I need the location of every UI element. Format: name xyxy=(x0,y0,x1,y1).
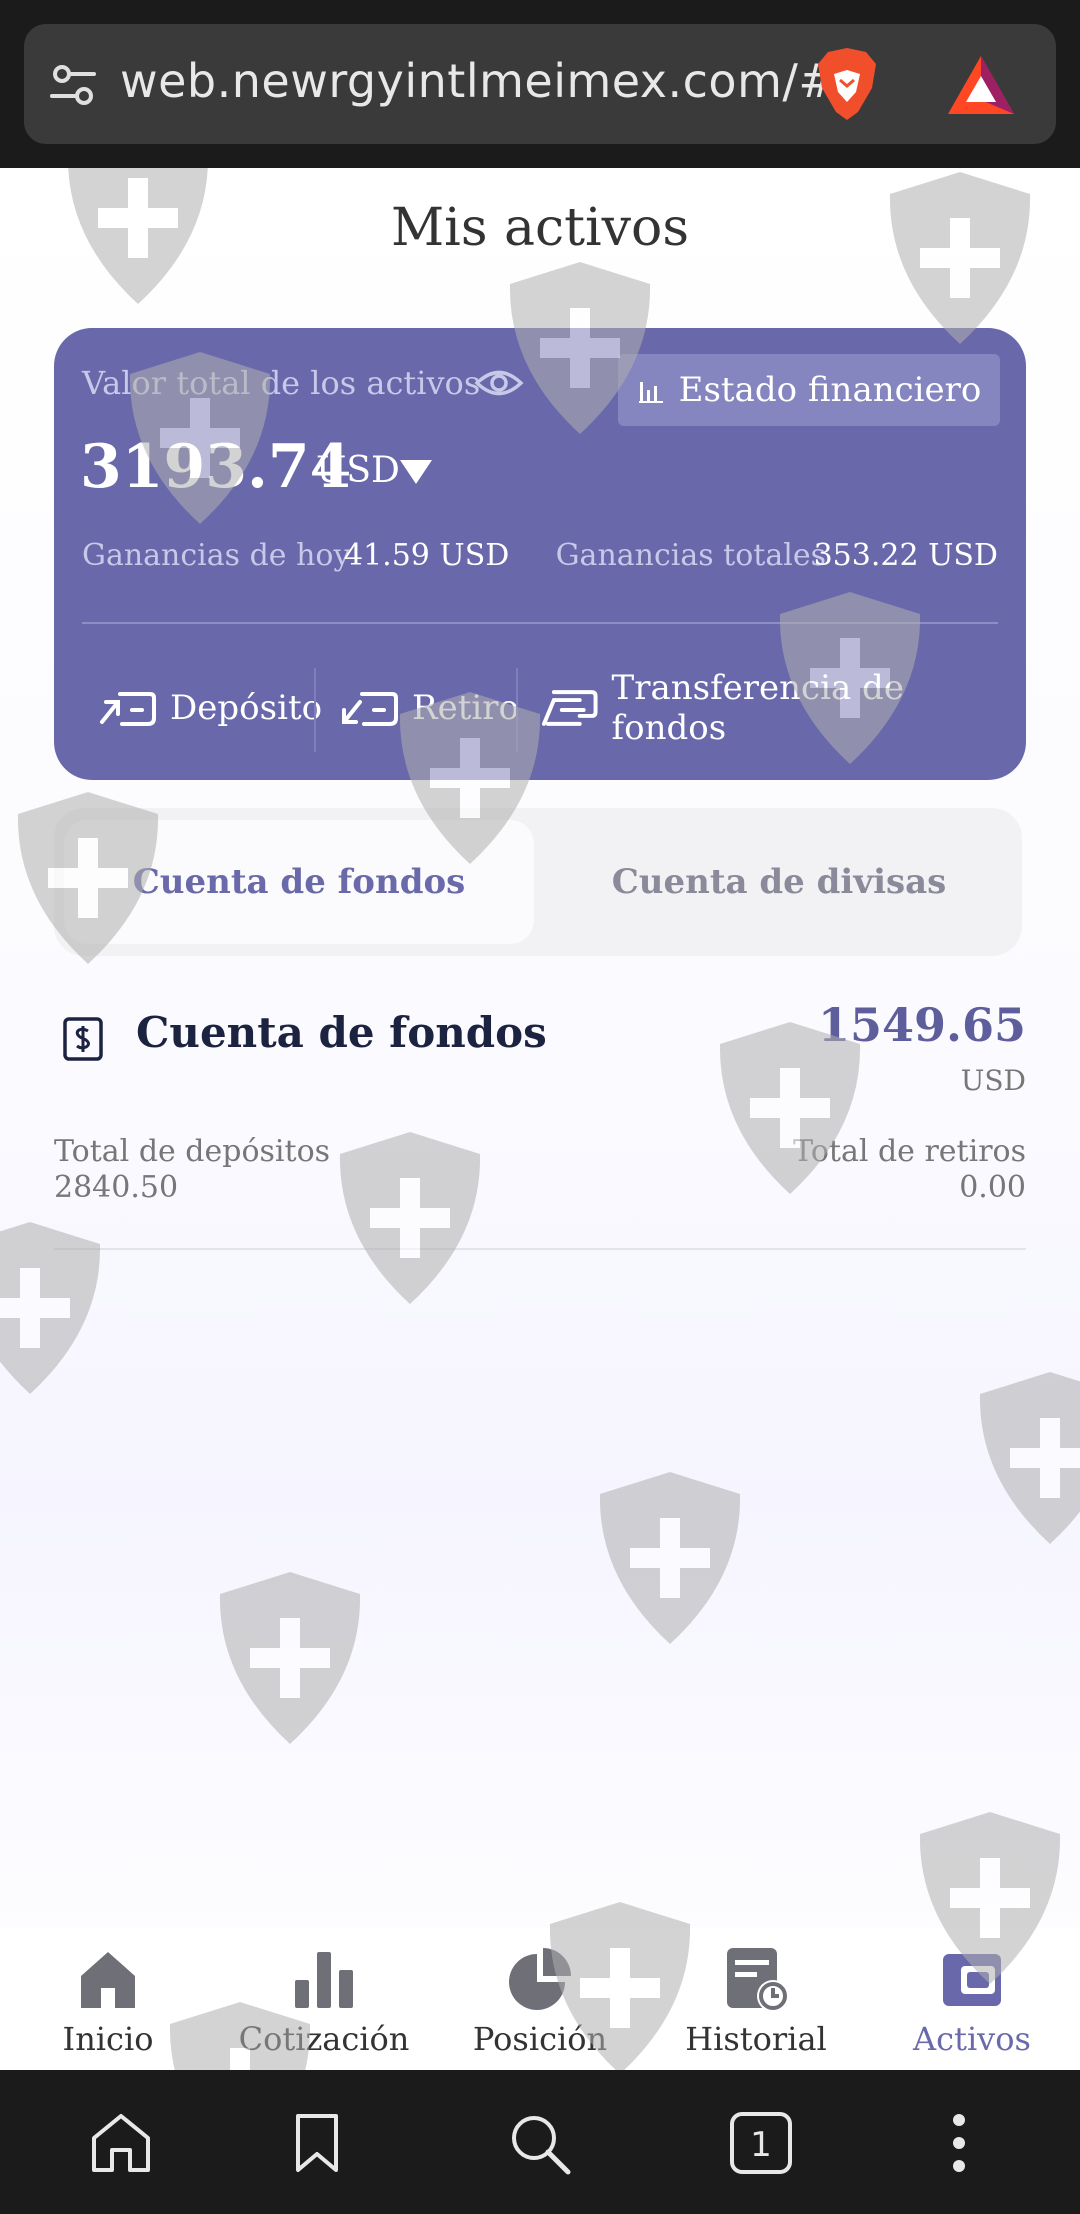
withdraw-icon xyxy=(342,692,398,726)
total-assets-amount: 3193.74 xyxy=(80,432,352,502)
browser-home-icon[interactable] xyxy=(88,2110,154,2176)
fund-account-title: Cuenta de fondos xyxy=(136,1008,547,1057)
total-deposits-label: Total de depósitos xyxy=(54,1134,331,1169)
deposit-button[interactable]: Depósito xyxy=(98,668,322,748)
nav-label: Posición xyxy=(472,2020,608,2058)
today-earnings-label: Ganancias de hoy xyxy=(82,538,351,573)
browser-bottom-toolbar: 1 xyxy=(0,2070,1080,2214)
nav-item-inicio[interactable]: Inicio xyxy=(0,1928,216,2070)
nav-label: Activos xyxy=(913,2020,1031,2058)
brave-shields-icon[interactable] xyxy=(814,46,880,122)
shield-watermark-icon xyxy=(979,1372,1080,1544)
deposit-label: Depósito xyxy=(170,688,323,728)
bar-chart-small-icon xyxy=(638,382,663,403)
action-separator xyxy=(314,668,316,752)
nav-label: Historial xyxy=(685,2020,827,2058)
home-icon xyxy=(81,1952,135,2008)
action-row: Depósito Retiro Transferencia de fondos xyxy=(54,668,1026,752)
shield-watermark-icon xyxy=(219,1572,361,1744)
nav-label: Cotización xyxy=(238,2020,410,2058)
tab-count: 1 xyxy=(750,2125,772,2165)
nav-item-activos[interactable]: Activos xyxy=(864,1928,1080,2070)
shield-watermark-icon xyxy=(339,1132,481,1304)
withdraw-button[interactable]: Retiro xyxy=(340,668,519,748)
tab-currency-account[interactable]: Cuenta de divisas xyxy=(544,820,1014,944)
nav-item-historial[interactable]: Historial xyxy=(648,1928,864,2070)
account-tabs: Cuenta de fondos Cuenta de divisas xyxy=(54,808,1022,956)
tabs-icon: 1 xyxy=(730,2112,792,2174)
tabs-switcher-button[interactable]: 1 xyxy=(728,2110,794,2176)
search-icon[interactable] xyxy=(506,2110,572,2176)
history-icon xyxy=(727,1948,789,2012)
tab-fund-account[interactable]: Cuenta de fondos xyxy=(64,820,534,944)
nav-item-posicion[interactable]: Posición xyxy=(432,1928,648,2070)
bottom-nav: Inicio Cotización Posición Historial Act… xyxy=(0,1928,1080,2070)
shield-watermark-icon xyxy=(889,172,1031,344)
caret-down-icon[interactable] xyxy=(398,458,434,486)
card-divider xyxy=(82,622,998,624)
wallet-icon xyxy=(943,1954,1001,2006)
fund-account-currency: USD xyxy=(960,1064,1026,1097)
nav-item-cotizacion[interactable]: Cotización xyxy=(216,1928,432,2070)
total-earnings-label: Ganancias totales xyxy=(555,538,826,573)
total-deposits-value: 2840.50 xyxy=(54,1170,179,1205)
currency-selector-label[interactable]: USD xyxy=(316,450,400,491)
page-content: Mis activos Valor total de los activos E… xyxy=(0,168,1080,2070)
action-separator xyxy=(516,668,518,752)
transfer-button[interactable]: Transferencia de fondos xyxy=(540,668,1026,748)
page-title: Mis activos xyxy=(390,198,690,258)
transfer-icon xyxy=(541,690,598,726)
withdraw-label: Retiro xyxy=(412,688,519,728)
url-bar[interactable]: web.newrgyintlmeimex.com/#/ xyxy=(24,24,1056,144)
brave-rewards-icon[interactable] xyxy=(946,54,1016,116)
fund-divider xyxy=(54,1248,1026,1250)
dollar-document-icon xyxy=(63,1017,103,1061)
total-earnings-value: 353.22 USD xyxy=(813,538,998,573)
fund-account-amount: 1549.65 xyxy=(817,998,1026,1052)
total-assets-label: Valor total de los activos xyxy=(82,364,481,402)
financial-statement-button[interactable]: Estado financiero xyxy=(618,354,1000,426)
shield-watermark-icon xyxy=(0,1222,101,1394)
total-assets-card: Valor total de los activos Estado financ… xyxy=(54,328,1026,780)
pie-chart-icon xyxy=(509,1948,571,2010)
total-withdrawals-label: Total de retiros xyxy=(793,1134,1026,1169)
eye-icon[interactable] xyxy=(474,366,524,400)
transfer-label: Transferencia de fondos xyxy=(611,668,904,748)
financial-statement-label: Estado financiero xyxy=(678,370,982,410)
total-withdrawals-value: 0.00 xyxy=(959,1170,1026,1205)
bar-chart-icon xyxy=(295,1952,353,2008)
url-text[interactable]: web.newrgyintlmeimex.com/#/ xyxy=(120,54,853,108)
bookmark-icon[interactable] xyxy=(284,2110,350,2176)
shield-watermark-icon xyxy=(599,1472,741,1644)
today-earnings-value: 41.59 USD xyxy=(344,538,510,573)
more-menu-icon[interactable] xyxy=(926,2110,992,2176)
browser-top-bar: web.newrgyintlmeimex.com/#/ xyxy=(0,0,1080,168)
deposit-icon xyxy=(100,692,156,726)
site-settings-icon[interactable] xyxy=(48,60,98,110)
nav-label: Inicio xyxy=(62,2020,154,2058)
